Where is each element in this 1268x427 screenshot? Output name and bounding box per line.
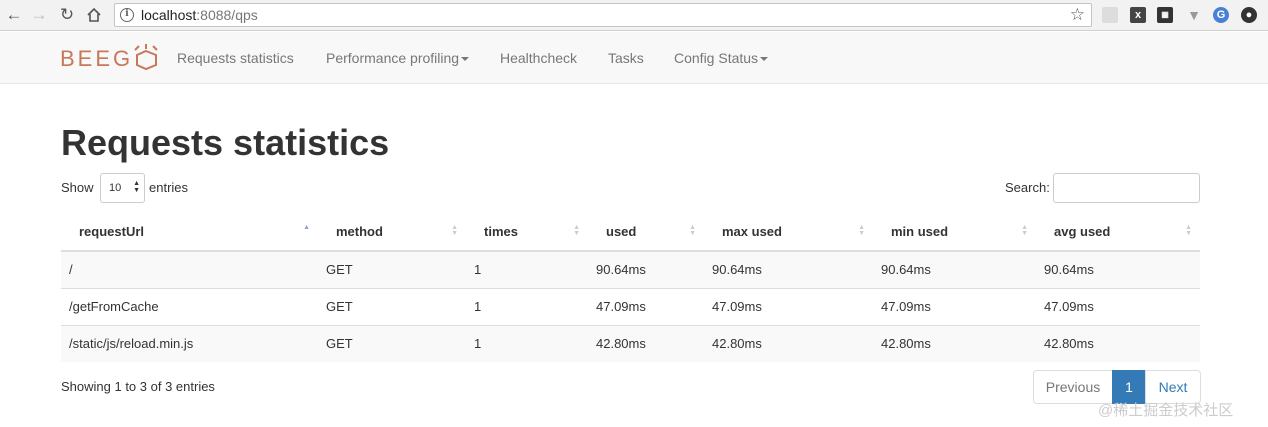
cell-max-used: 90.64ms bbox=[704, 250, 873, 288]
sort-icon: ▲ ▼ bbox=[1021, 224, 1028, 237]
cell-method: GET bbox=[318, 287, 466, 325]
cell-requesturl: /getFromCache bbox=[61, 287, 318, 325]
table-header-row: requestUrl ▲ method ▲ ▼ times ▲ ▼ used ▲ ▼ max … bbox=[61, 213, 1200, 252]
table-row: /getFromCache GET 1 47.09ms 47.09ms 47.0… bbox=[61, 287, 1200, 325]
page-length-select[interactable]: 10 ▲ ▼ bbox=[100, 173, 145, 203]
cell-min-used: 47.09ms bbox=[873, 287, 1036, 325]
sort-icon: ▲ ▼ bbox=[451, 224, 458, 237]
home-icon[interactable] bbox=[84, 5, 104, 25]
show-label: Show bbox=[61, 180, 94, 195]
beego-logo[interactable]: BEEG bbox=[60, 42, 164, 72]
sort-icon: ▲ bbox=[303, 224, 310, 231]
nav-performance-profiling[interactable]: Performance profiling bbox=[326, 50, 470, 66]
app-navbar: BEEG Requests statistics Performance pro… bbox=[0, 32, 1268, 84]
cell-times: 1 bbox=[466, 324, 588, 362]
address-url: localhost:8088/qps bbox=[141, 7, 258, 23]
bookmark-star-icon[interactable]: ☆ bbox=[1070, 5, 1085, 25]
caret-down-icon bbox=[461, 57, 470, 62]
browser-toolbar: ← → ↻ i localhost:8088/qps ☆ x ▦ ▼ G ● bbox=[0, 0, 1268, 31]
info-icon[interactable]: i bbox=[120, 8, 134, 22]
svg-text:BEEG: BEEG bbox=[60, 46, 133, 71]
entries-label: entries bbox=[149, 180, 189, 195]
cell-avg-used: 47.09ms bbox=[1036, 287, 1200, 325]
cell-max-used: 42.80ms bbox=[704, 324, 873, 362]
extension-circle-icon[interactable]: ● bbox=[1241, 7, 1257, 23]
extension-x-icon[interactable]: x bbox=[1130, 7, 1146, 23]
nav-config-status[interactable]: Config Status bbox=[674, 50, 769, 66]
back-icon[interactable]: ← bbox=[4, 5, 24, 25]
extension-icon[interactable] bbox=[1102, 7, 1118, 23]
table-info: Showing 1 to 3 of 3 entries bbox=[61, 379, 215, 394]
search-label: Search: bbox=[1005, 180, 1050, 195]
extension-g-icon[interactable]: G bbox=[1213, 7, 1229, 23]
cell-method: GET bbox=[318, 324, 466, 362]
table-row: / GET 1 90.64ms 90.64ms 90.64ms 90.64ms bbox=[61, 250, 1200, 288]
page-length-value: 10 bbox=[109, 182, 122, 194]
extension-grid-icon[interactable]: ▦ bbox=[1157, 7, 1173, 23]
table-row: /static/js/reload.min.js GET 1 42.80ms 4… bbox=[61, 324, 1200, 362]
sort-icon: ▲ ▼ bbox=[1185, 224, 1192, 237]
cell-used: 47.09ms bbox=[588, 287, 704, 325]
col-times[interactable]: times ▲ ▼ bbox=[466, 213, 588, 252]
sort-icon: ▲ ▼ bbox=[573, 224, 580, 237]
col-min-used[interactable]: min used ▲ ▼ bbox=[873, 213, 1036, 252]
watermark: @稀土掘金技术社区 bbox=[1098, 402, 1234, 419]
col-requesturl[interactable]: requestUrl ▲ bbox=[61, 213, 318, 252]
cell-times: 1 bbox=[466, 287, 588, 325]
forward-icon[interactable]: → bbox=[29, 5, 49, 25]
reload-icon[interactable]: ↻ bbox=[57, 5, 77, 25]
cell-max-used: 47.09ms bbox=[704, 287, 873, 325]
search-input[interactable] bbox=[1053, 173, 1200, 203]
requests-table: requestUrl ▲ method ▲ ▼ times ▲ ▼ used ▲ ▼ max … bbox=[61, 213, 1200, 362]
sort-icon: ▲ ▼ bbox=[689, 224, 696, 237]
caret-down-icon bbox=[760, 57, 769, 62]
nav-healthcheck[interactable]: Healthcheck bbox=[500, 50, 577, 66]
nav-requests-statistics[interactable]: Requests statistics bbox=[177, 50, 294, 66]
cell-avg-used: 90.64ms bbox=[1036, 250, 1200, 288]
cell-used: 90.64ms bbox=[588, 250, 704, 288]
cell-min-used: 90.64ms bbox=[873, 250, 1036, 288]
page-title: Requests statistics bbox=[61, 122, 390, 163]
cell-avg-used: 42.80ms bbox=[1036, 324, 1200, 362]
cell-method: GET bbox=[318, 250, 466, 288]
cell-used: 42.80ms bbox=[588, 324, 704, 362]
sort-icon: ▲ ▼ bbox=[858, 224, 865, 237]
nav-tasks[interactable]: Tasks bbox=[608, 50, 644, 66]
col-avg-used[interactable]: avg used ▲ ▼ bbox=[1036, 213, 1200, 252]
cell-requesturl: / bbox=[61, 250, 318, 288]
extension-v-icon[interactable]: ▼ bbox=[1186, 7, 1202, 23]
cell-requesturl: /static/js/reload.min.js bbox=[61, 324, 318, 362]
col-method[interactable]: method ▲ ▼ bbox=[318, 213, 466, 252]
col-used[interactable]: used ▲ ▼ bbox=[588, 213, 704, 252]
select-arrows-icon: ▲ ▼ bbox=[133, 180, 140, 194]
cell-times: 1 bbox=[466, 250, 588, 288]
col-max-used[interactable]: max used ▲ ▼ bbox=[704, 213, 873, 252]
cell-min-used: 42.80ms bbox=[873, 324, 1036, 362]
address-bar[interactable]: i localhost:8088/qps ☆ bbox=[114, 3, 1092, 27]
